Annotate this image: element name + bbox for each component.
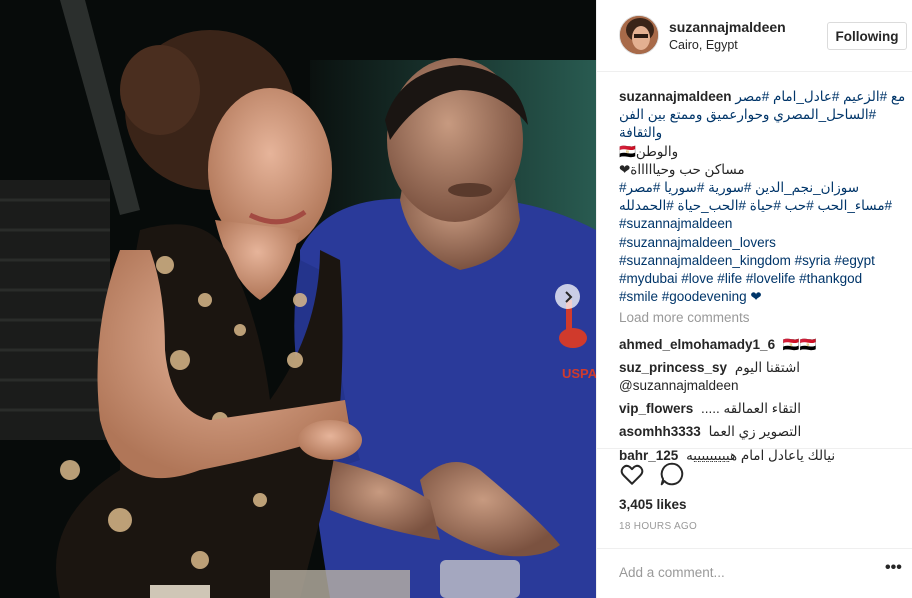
comment-username[interactable]: vip_flowers (619, 401, 693, 416)
post-timestamp: 18 HOURS AGO (619, 521, 698, 532)
caption-line[interactable]: #suzannajmaldeen_lovers (619, 234, 909, 252)
avatar[interactable] (619, 15, 659, 55)
add-comment-input[interactable] (619, 561, 859, 583)
heart-icon (620, 464, 644, 485)
caption-line: مع #الزعيم #عادل_امام #مصر (735, 89, 906, 104)
following-button[interactable]: Following (827, 22, 907, 50)
caption-line: #الساحل_المصري وحوارعميق وممتع بين الفن … (619, 107, 877, 141)
caption: suzannajmaldeen مع #الزعيم #عادل_امام #م… (619, 88, 909, 306)
comment-username[interactable]: suz_princess_sy (619, 360, 727, 375)
comment-text: اشتقنا اليوم (734, 359, 801, 375)
comment-text: التقاء العمالقه ..... (701, 401, 802, 417)
likes-count[interactable]: 3,405 likes (619, 497, 687, 512)
comment-item: suz_princess_sy اشتقنا اليوم @suzannajma… (619, 359, 909, 395)
svg-text:USPA: USPA (562, 366, 596, 381)
post-location[interactable]: Cairo, Egypt (669, 38, 738, 52)
more-options-icon[interactable]: ••• (885, 560, 905, 581)
post-header: suzannajmaldeen Cairo, Egypt Following (597, 0, 912, 72)
caption-line: مساكن حب وحياااااة❤ (619, 161, 745, 177)
comment-item: ahmed_elmohamady1_6 🇪🇬🇪🇬 (619, 336, 909, 354)
post-photo[interactable]: USPA (0, 0, 596, 598)
comment-item: asomhh3333 التصوير زي العما (619, 423, 909, 441)
photo-illustration: USPA (0, 0, 596, 598)
comments-section: suzannajmaldeen مع #الزعيم #عادل_امام #م… (619, 88, 909, 470)
avatar-image (620, 16, 658, 54)
post-actions: 3,405 likes 18 HOURS AGO (597, 448, 912, 558)
caption-line[interactable]: #mydubai #love #life #lovelife #thankgod (619, 270, 909, 288)
comment-text: التصوير زي العما (708, 424, 802, 440)
next-photo-button[interactable] (555, 284, 580, 309)
like-button[interactable] (619, 461, 647, 489)
chevron-right-icon (564, 290, 572, 303)
comment-item: vip_flowers التقاء العمالقه ..... (619, 400, 909, 418)
caption-line[interactable]: #suzannajmaldeen (619, 215, 909, 233)
comment-username[interactable]: asomhh3333 (619, 424, 701, 439)
caption-line: #مساء_الحب #حب #حياة #الحب_حياة #الحمدلل… (619, 198, 893, 214)
caption-line[interactable]: #smile #goodevening ❤ (619, 288, 909, 306)
comment-mention[interactable]: @suzannajmaldeen (619, 378, 739, 393)
post-username[interactable]: suzannajmaldeen (669, 19, 786, 35)
comment-button[interactable] (659, 461, 687, 489)
caption-line: والوطن🇪🇬 (619, 143, 679, 159)
comment-text: 🇪🇬🇪🇬 (782, 336, 817, 352)
load-more-comments-link[interactable]: Load more comments (619, 309, 909, 327)
comment-bubble-icon (660, 462, 684, 486)
caption-username[interactable]: suzannajmaldeen (619, 89, 732, 104)
add-comment-bar: ••• (597, 548, 912, 594)
caption-line: سوزان_نجم_الدين #سورية #سوريا #مصر# (619, 180, 860, 196)
comment-username[interactable]: ahmed_elmohamady1_6 (619, 337, 775, 352)
post-detail-panel: suzannajmaldeen Cairo, Egypt Following s… (596, 0, 912, 598)
caption-line[interactable]: #suzannajmaldeen_kingdom #syria #egypt (619, 252, 909, 270)
